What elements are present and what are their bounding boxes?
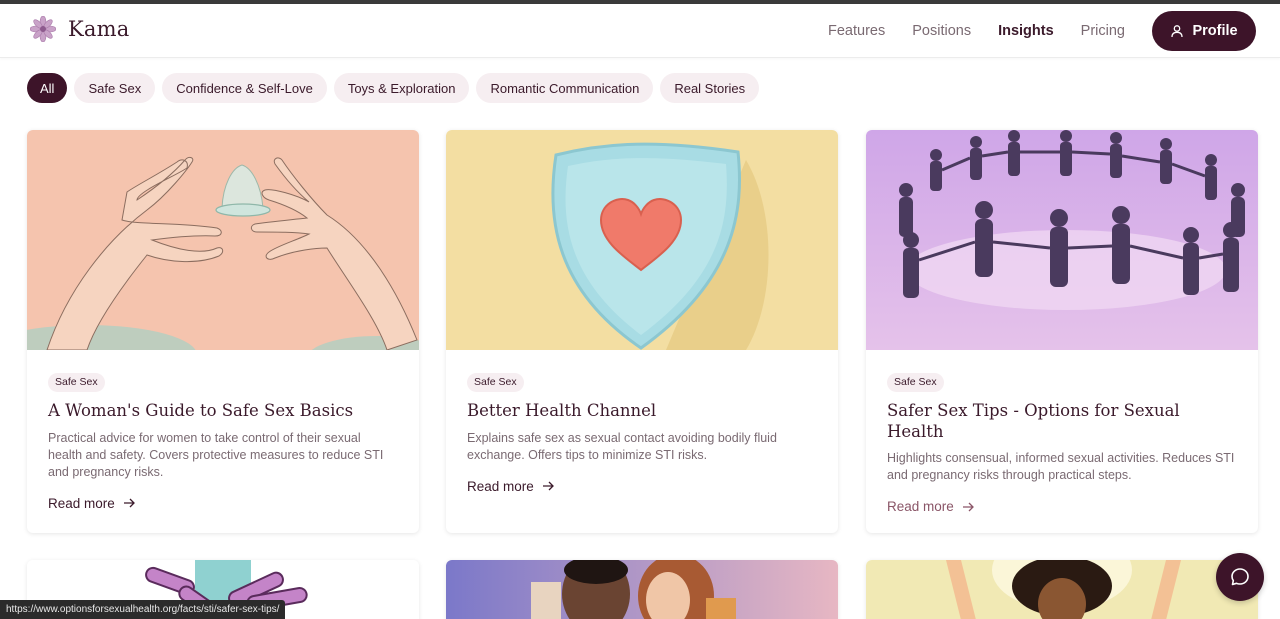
main-nav: Features Positions Insights Pricing Prof… xyxy=(828,11,1256,51)
arrow-right-icon xyxy=(542,481,554,491)
nav-positions[interactable]: Positions xyxy=(912,23,971,39)
read-more-link[interactable]: Read more xyxy=(48,496,135,511)
nav-insights[interactable]: Insights xyxy=(998,23,1054,39)
arrow-right-icon xyxy=(123,498,135,508)
read-more-label: Read more xyxy=(467,478,534,494)
read-more-label: Read more xyxy=(887,499,954,515)
profile-label: Profile xyxy=(1192,23,1238,39)
article-card[interactable] xyxy=(866,560,1258,619)
user-icon xyxy=(1171,25,1184,38)
profile-button[interactable]: Profile xyxy=(1152,11,1256,51)
card-description: Explains safe sex as sexual contact avoi… xyxy=(467,430,777,462)
card-title[interactable]: A Woman's Guide to Safe Sex Basics xyxy=(48,401,398,422)
category-tag: Safe Sex xyxy=(48,373,105,392)
card-image-couple xyxy=(446,560,838,619)
chat-bubble-icon xyxy=(1231,568,1249,586)
article-card[interactable] xyxy=(446,560,838,619)
card-title[interactable]: Safer Sex Tips - Options for Sexual Heal… xyxy=(887,401,1237,442)
card-title[interactable]: Better Health Channel xyxy=(467,401,817,422)
card-image-heart-shield xyxy=(446,130,838,350)
nav-pricing[interactable]: Pricing xyxy=(1081,23,1125,39)
card-image-hands-condom xyxy=(27,130,419,350)
filter-safe-sex[interactable]: Safe Sex xyxy=(74,73,156,103)
article-card[interactable]: Safe Sex Better Health Channel Explains … xyxy=(446,130,838,533)
brand-name: Kama xyxy=(68,17,130,41)
category-tag: Safe Sex xyxy=(887,373,944,392)
chat-button[interactable] xyxy=(1216,553,1264,601)
read-more-label: Read more xyxy=(48,495,115,511)
card-image-people-circle xyxy=(866,130,1258,350)
filter-confidence[interactable]: Confidence & Self-Love xyxy=(162,73,327,103)
lotus-icon xyxy=(30,16,56,42)
filter-all[interactable]: All xyxy=(27,73,68,103)
category-tag: Safe Sex xyxy=(467,373,524,392)
filter-real-stories[interactable]: Real Stories xyxy=(660,73,760,103)
filter-romantic-communication[interactable]: Romantic Communication xyxy=(476,73,654,103)
article-card[interactable]: Safe Sex Safer Sex Tips - Options for Se… xyxy=(866,130,1258,533)
read-more-link[interactable]: Read more xyxy=(467,479,554,494)
article-card[interactable]: Safe Sex A Woman's Guide to Safe Sex Bas… xyxy=(27,130,419,533)
logo[interactable]: Kama xyxy=(30,16,129,42)
arrow-right-icon xyxy=(962,502,974,512)
card-description: Practical advice for women to take contr… xyxy=(48,430,384,479)
read-more-link[interactable]: Read more xyxy=(887,499,974,514)
status-bar-url: https://www.optionsforsexualhealth.org/f… xyxy=(0,600,286,619)
card-description: Highlights consensual, informed sexual a… xyxy=(887,451,1235,483)
nav-features[interactable]: Features xyxy=(828,23,885,39)
category-filters: All Safe Sex Confidence & Self-Love Toys… xyxy=(27,73,760,103)
filter-toys[interactable]: Toys & Exploration xyxy=(333,73,470,103)
card-image-woman xyxy=(866,560,1258,619)
site-header: Kama Features Positions Insights Pricing… xyxy=(0,4,1280,58)
